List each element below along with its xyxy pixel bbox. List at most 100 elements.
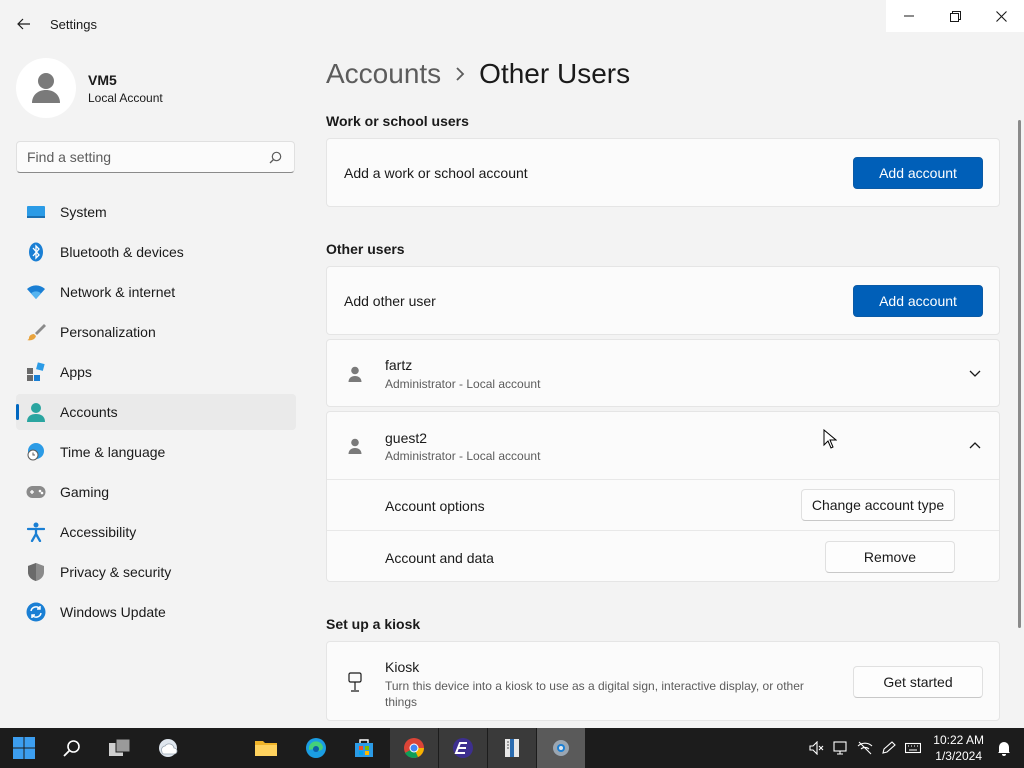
add-other-user-button[interactable]: Add account [853, 285, 983, 317]
divider [327, 479, 999, 480]
chrome-button[interactable] [390, 728, 438, 768]
wifi-off-icon[interactable] [853, 728, 877, 768]
sidebar-item-label: Personalization [60, 324, 156, 340]
apps-icon [26, 362, 46, 382]
back-button[interactable] [10, 12, 38, 36]
bluetooth-icon [26, 242, 46, 262]
sidebar-item-personalization[interactable]: Personalization [16, 314, 296, 350]
pen-icon[interactable] [877, 728, 901, 768]
remove-user-button[interactable]: Remove [825, 541, 955, 573]
sidebar-item-label: Windows Update [60, 604, 166, 620]
restore-button[interactable] [932, 0, 978, 32]
network-icon[interactable] [829, 728, 853, 768]
settings-app-button[interactable] [537, 728, 585, 768]
store-bag-icon [355, 739, 373, 757]
windows-logo-icon [13, 737, 35, 759]
chevron-right-icon [455, 67, 465, 81]
task-view-button[interactable] [96, 728, 144, 768]
sidebar-nav: System Bluetooth & devices Network & int… [16, 194, 296, 634]
add-other-user-card: Add other user Add account [326, 266, 1000, 335]
sidebar-item-label: Accessibility [60, 524, 137, 540]
user-name: guest2 [385, 430, 428, 446]
app-e-icon [453, 738, 473, 758]
start-button[interactable] [0, 728, 48, 768]
breadcrumb: Accounts Other Users [326, 58, 630, 90]
clock[interactable]: 10:22 AM 1/3/2024 [933, 732, 984, 764]
minimize-button[interactable] [886, 0, 932, 32]
divider [327, 530, 999, 531]
keyboard-icon[interactable] [901, 728, 925, 768]
user-card-header[interactable]: guest2 Administrator - Local account [327, 412, 999, 480]
file-explorer-button[interactable] [242, 728, 290, 768]
sidebar-item-bluetooth[interactable]: Bluetooth & devices [16, 234, 296, 270]
scrollbar[interactable] [1018, 120, 1021, 628]
app-e-button[interactable] [439, 728, 487, 768]
clock-time: 10:22 AM [933, 733, 984, 747]
search-input[interactable] [27, 149, 267, 165]
mouse-cursor-icon [823, 429, 837, 449]
store-button[interactable] [340, 728, 388, 768]
sidebar-item-label: Gaming [60, 484, 110, 500]
settings-gear-icon [553, 740, 569, 756]
sidebar-item-accessibility[interactable]: Accessibility [16, 514, 296, 550]
sidebar-item-label: Accounts [60, 404, 118, 420]
user-role: Administrator - Local account [385, 377, 541, 391]
kiosk-icon [345, 672, 365, 692]
sidebar-item-apps[interactable]: Apps [16, 354, 296, 390]
person-avatar-icon [32, 73, 60, 103]
person-icon [26, 402, 46, 422]
brush-icon [26, 322, 46, 342]
chevron-down-icon[interactable] [967, 366, 983, 382]
widgets-button[interactable] [144, 728, 192, 768]
work-school-section-title: Work or school users [326, 113, 469, 129]
sidebar-item-accounts[interactable]: Accounts [16, 394, 296, 430]
notification-bell-icon[interactable] [992, 728, 1016, 768]
user-card-fartz[interactable]: fartz Administrator - Local account [326, 339, 1000, 407]
sidebar-item-privacy[interactable]: Privacy & security [16, 554, 296, 590]
add-work-school-label: Add a work or school account [344, 165, 528, 181]
account-and-data-label: Account and data [385, 550, 494, 566]
avatar [16, 58, 76, 118]
sidebar-item-gaming[interactable]: Gaming [16, 474, 296, 510]
taskbar: 10:22 AM 1/3/2024 [0, 728, 1024, 768]
sidebar-item-network[interactable]: Network & internet [16, 274, 296, 310]
profile-account-type: Local Account [88, 90, 163, 105]
clock-date: 1/3/2024 [935, 749, 982, 763]
sidebar-item-windows-update[interactable]: Windows Update [16, 594, 296, 630]
user-profile[interactable]: VM5 Local Account [16, 58, 163, 118]
shield-icon [26, 562, 46, 582]
system-tray: 10:22 AM 1/3/2024 [805, 728, 1024, 768]
gamepad-icon [26, 482, 46, 502]
breadcrumb-parent[interactable]: Accounts [326, 58, 441, 90]
sidebar-item-label: Network & internet [60, 284, 176, 300]
minimize-icon [904, 15, 914, 17]
search-box[interactable] [16, 141, 295, 173]
sidebar-item-time-language[interactable]: Time & language [16, 434, 296, 470]
volume-muted-icon[interactable] [805, 728, 829, 768]
taskbar-search-button[interactable] [48, 728, 96, 768]
work-school-card: Add a work or school account Add account [326, 138, 1000, 207]
profile-name: VM5 [88, 71, 117, 88]
wifi-icon [26, 282, 46, 302]
weather-cloud-icon [159, 739, 178, 757]
change-account-type-button[interactable]: Change account type [801, 489, 955, 521]
close-button[interactable] [978, 0, 1024, 32]
add-work-account-button[interactable]: Add account [853, 157, 983, 189]
globe-clock-icon [26, 442, 46, 462]
edge-browser-icon [306, 738, 326, 758]
page-title: Other Users [479, 58, 631, 89]
app-book-button[interactable] [488, 728, 536, 768]
get-started-button[interactable]: Get started [853, 666, 983, 698]
edge-button[interactable] [292, 728, 340, 768]
sidebar-item-system[interactable]: System [16, 194, 296, 230]
back-arrow-icon [17, 18, 30, 30]
search-icon [63, 740, 80, 757]
kiosk-card: Kiosk Turn this device into a kiosk to u… [326, 641, 1000, 721]
sidebar-item-label: Apps [60, 364, 92, 380]
task-view-icon [109, 738, 131, 756]
search-icon[interactable] [269, 151, 282, 164]
kiosk-section-title: Set up a kiosk [326, 616, 421, 632]
chevron-up-icon[interactable] [967, 437, 983, 453]
folder-icon [255, 741, 277, 756]
window-controls [886, 0, 1024, 32]
